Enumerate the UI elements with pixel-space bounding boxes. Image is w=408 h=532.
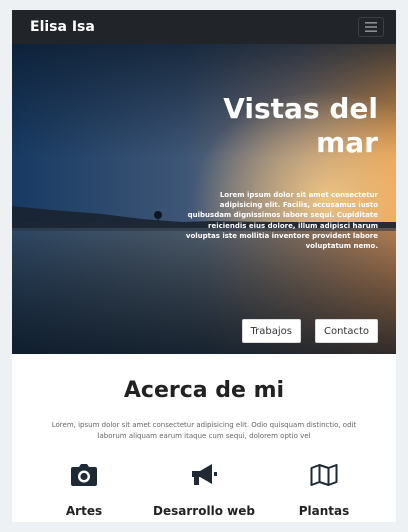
megaphone-icon	[192, 464, 217, 485]
navbar: Elisa Isa	[12, 10, 396, 44]
contacto-button[interactable]: Contacto	[314, 319, 378, 343]
about-description: Lorem, ipsum dolor sit amet consectetur …	[51, 421, 357, 440]
feature-artes-label: Artes	[65, 504, 103, 518]
page: Elisa Isa Vistas del mar Lorem ipsum dol…	[12, 10, 396, 522]
hero-description: Lorem ipsum dolor sit amet consectetur a…	[185, 191, 378, 251]
trabajos-button[interactable]: Trabajos	[241, 319, 301, 343]
brand-link[interactable]: Elisa Isa	[30, 19, 95, 35]
feature-plantas: Plantas	[264, 462, 384, 518]
feature-desarrollo-web-label: Desarrollo web	[153, 504, 255, 518]
hamburger-icon	[365, 22, 377, 32]
menu-toggle-button[interactable]	[358, 17, 384, 37]
about-title: Acerca de mi	[123, 378, 285, 403]
hero-section: Vistas del mar Lorem ipsum dolor sit ame…	[12, 44, 396, 354]
hero-buttons: Trabajos Contacto	[241, 319, 378, 343]
feature-artes: Artes	[24, 462, 144, 518]
feature-desarrollo-web: Desarrollo web	[144, 462, 264, 518]
feature-plantas-label: Plantas	[298, 504, 350, 518]
camera-icon	[71, 464, 97, 486]
map-icon	[310, 464, 338, 486]
hero-title: Vistas del mar	[223, 92, 378, 159]
